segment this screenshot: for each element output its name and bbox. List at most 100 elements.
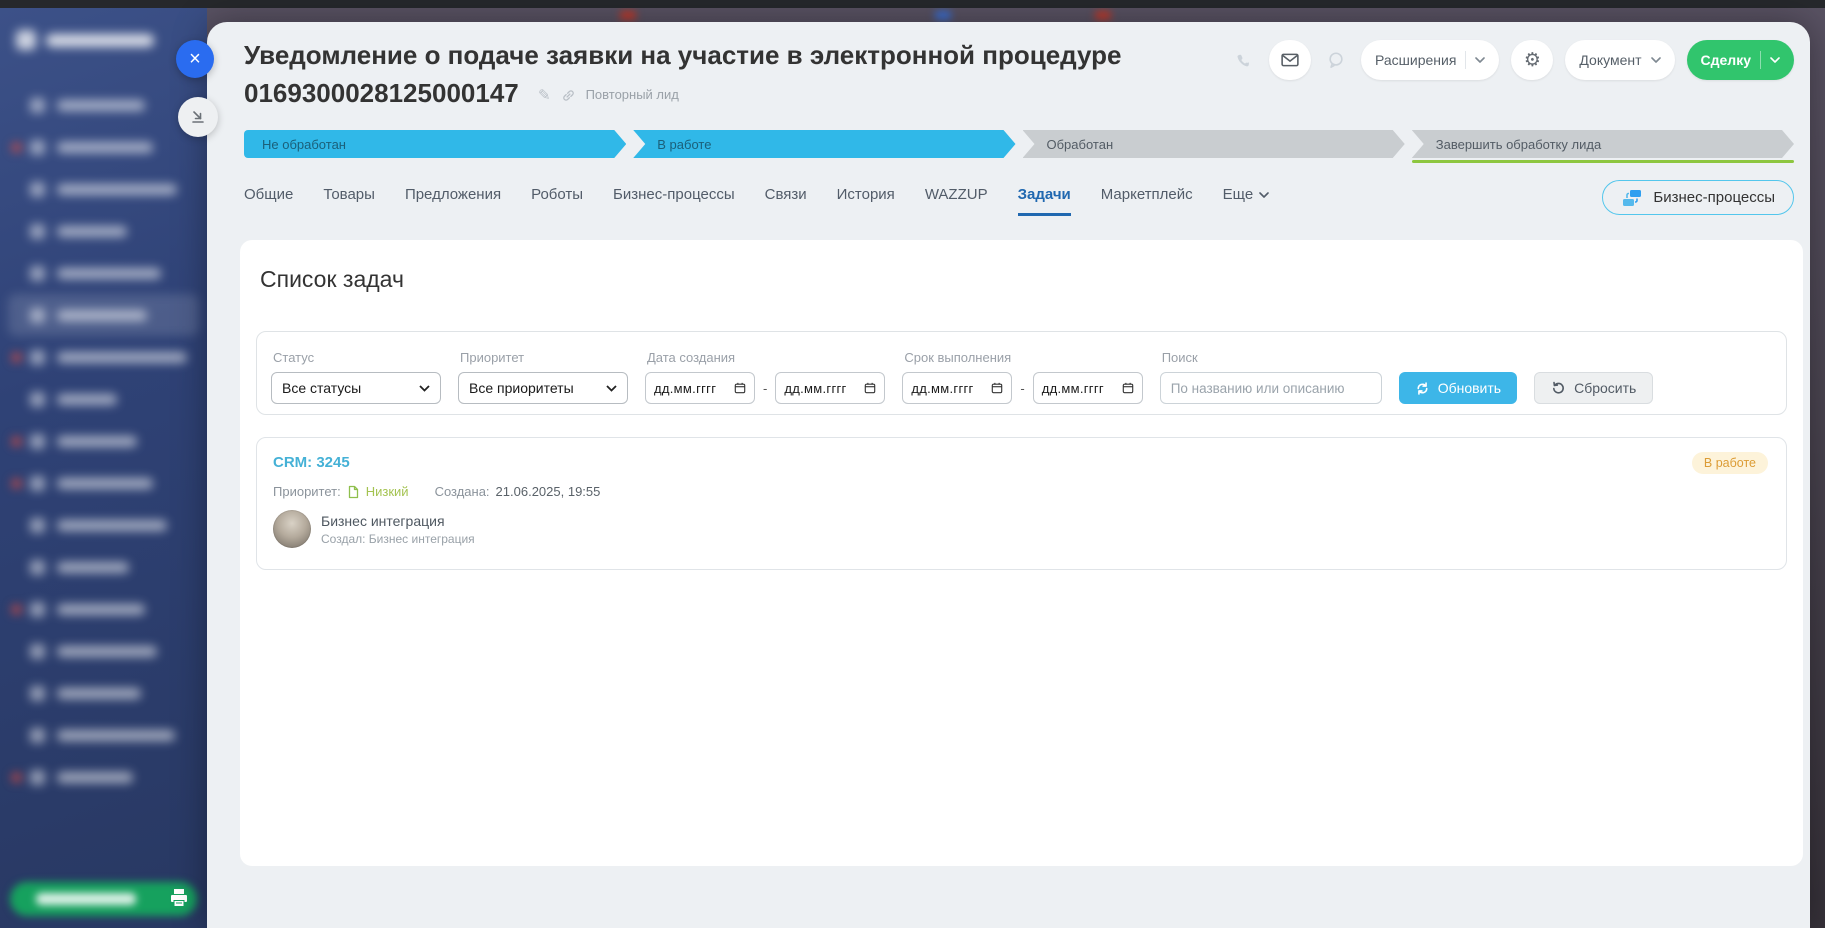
page-title: Уведомление о подаче заявки на участие в… [244,36,1204,114]
avatar[interactable] [273,510,311,548]
sidebar-item-blurred[interactable] [0,84,207,126]
priority-label: Приоритет: [273,484,341,499]
deal-label: Сделку [1701,52,1751,68]
collapse-panel-button[interactable] [178,97,218,137]
browser-top-strip [0,0,1825,8]
sidebar-logo [16,30,207,50]
calendar-icon [734,382,746,394]
responsible-name[interactable]: Бизнес интеграция [321,513,475,529]
close-icon: × [189,49,201,69]
stage-not-processed[interactable]: Не обработан [244,130,626,158]
phone-icon[interactable] [1231,47,1257,73]
edit-pencil-icon[interactable]: ✎ [538,76,551,114]
sidebar-item-blurred[interactable] [0,336,207,378]
sidebar-item-blurred[interactable] [0,462,207,504]
sidebar-item-blurred[interactable] [0,756,207,798]
lead-stage-bar: Не обработан В работе Обработан Завершит… [244,130,1794,163]
task-responsible: Бизнес интеграция Создал: Бизнес интегра… [273,510,1770,548]
extensions-label: Расширения [1375,52,1456,68]
lead-type-label: Повторный лид [586,76,679,114]
tab-svyazi[interactable]: Связи [765,186,807,216]
refresh-button[interactable]: Обновить [1399,372,1517,404]
reset-label: Сбросить [1574,380,1636,396]
tab-wazzup[interactable]: WAZZUP [925,186,988,216]
business-processes-button[interactable]: Бизнес-процессы [1602,180,1794,215]
task-item: CRM: 3245 В работе Приоритет: Низкий Соз… [256,437,1787,570]
settings-button[interactable]: ⚙ [1511,40,1553,80]
range-separator: - [1020,372,1024,404]
mail-button[interactable] [1269,40,1311,80]
business-processes-label: Бизнес-процессы [1653,189,1775,206]
chat-icon[interactable] [1323,47,1349,73]
tab-istoriya[interactable]: История [837,186,895,216]
printer-icon[interactable] [166,885,192,911]
sidebar-item-blurred[interactable] [0,420,207,462]
tab-predlozheniya[interactable]: Предложения [405,186,501,216]
calendar-icon [864,382,876,394]
sidebar-item-blurred[interactable] [0,672,207,714]
chevron-down-icon [1651,57,1661,63]
task-link[interactable]: CRM: 3245 [273,454,350,471]
tab-roboty[interactable]: Роботы [531,186,583,216]
chevron-down-icon [1770,57,1780,63]
sidebar-item-blurred[interactable] [0,168,207,210]
close-panel-button[interactable]: × [176,40,214,78]
chevron-down-icon [1259,192,1269,198]
sidebar-item-blurred[interactable] [0,210,207,252]
business-process-icon [1621,189,1643,207]
chevron-down-icon [1475,57,1485,63]
sidebar-item-blurred[interactable] [0,378,207,420]
gear-icon: ⚙ [1524,51,1541,70]
mail-icon [1281,53,1299,67]
created-label: Создана: [435,484,490,499]
document-button[interactable]: Документ [1565,40,1674,80]
select-chevron-icon [419,385,430,392]
deadline-date-from[interactable]: дд.мм.гггг [902,372,1012,404]
tab-marketpleys[interactable]: Маркетплейс [1101,186,1193,216]
copy-link-icon[interactable] [561,88,576,103]
sidebar-item-blurred[interactable] [0,252,207,294]
tab-tovary[interactable]: Товары [323,186,375,216]
tab-zadachi[interactable]: Задачи [1018,186,1071,216]
sidebar [0,8,207,928]
document-label: Документ [1579,52,1641,68]
status-select[interactable]: Все статусы [271,372,441,404]
calendar-icon [991,382,1003,394]
background-blur-chip [935,11,951,20]
extensions-button[interactable]: Расширения [1361,40,1499,80]
created-date-to[interactable]: дд.мм.гггг [775,372,885,404]
tab-obshchie[interactable]: Общие [244,186,293,216]
created-date-from[interactable]: дд.мм.гггг [645,372,755,404]
sidebar-item-blurred[interactable] [0,546,207,588]
range-separator: - [763,372,767,404]
stage-processed[interactable]: Обработан [1023,130,1405,158]
stage-finish-processing[interactable]: Завершить обработку лида [1412,130,1794,158]
reset-button[interactable]: Сбросить [1534,372,1653,404]
task-list-card: Список задач Статус Все статусы Приорите… [240,240,1803,866]
lead-title-text: Уведомление о подаче заявки на участие в… [244,40,1121,108]
priority-file-icon [347,485,360,499]
stage-in-progress[interactable]: В работе [633,130,1015,158]
sidebar-item-blurred[interactable] [0,588,207,630]
search-filter-label: Поиск [1162,350,1382,365]
sidebar-item-blurred[interactable] [0,504,207,546]
tab-eshche[interactable]: Еще [1223,186,1270,216]
sidebar-item-blurred[interactable] [8,294,199,336]
deadline-date-to[interactable]: дд.мм.гггг [1033,372,1143,404]
sidebar-item-blurred[interactable] [0,126,207,168]
search-input[interactable] [1160,372,1382,404]
task-list-heading: Список задач [260,266,1787,293]
deal-button[interactable]: Сделку [1687,40,1794,80]
collapse-arrow-icon [190,109,206,125]
created-value: 21.06.2025, 19:55 [496,484,601,499]
priority-select[interactable]: Все приоритеты [458,372,628,404]
refresh-label: Обновить [1438,380,1501,396]
background-blur-chip [620,11,636,20]
author-line: Создал: Бизнес интеграция [321,532,475,546]
sidebar-item-blurred[interactable] [0,630,207,672]
reset-icon [1551,381,1566,396]
sidebar-item-blurred[interactable] [0,714,207,756]
task-filters: Статус Все статусы Приоритет Все приорит… [256,331,1787,415]
priority-value: Низкий [366,484,409,499]
tab-biznes-processy[interactable]: Бизнес-процессы [613,186,735,216]
